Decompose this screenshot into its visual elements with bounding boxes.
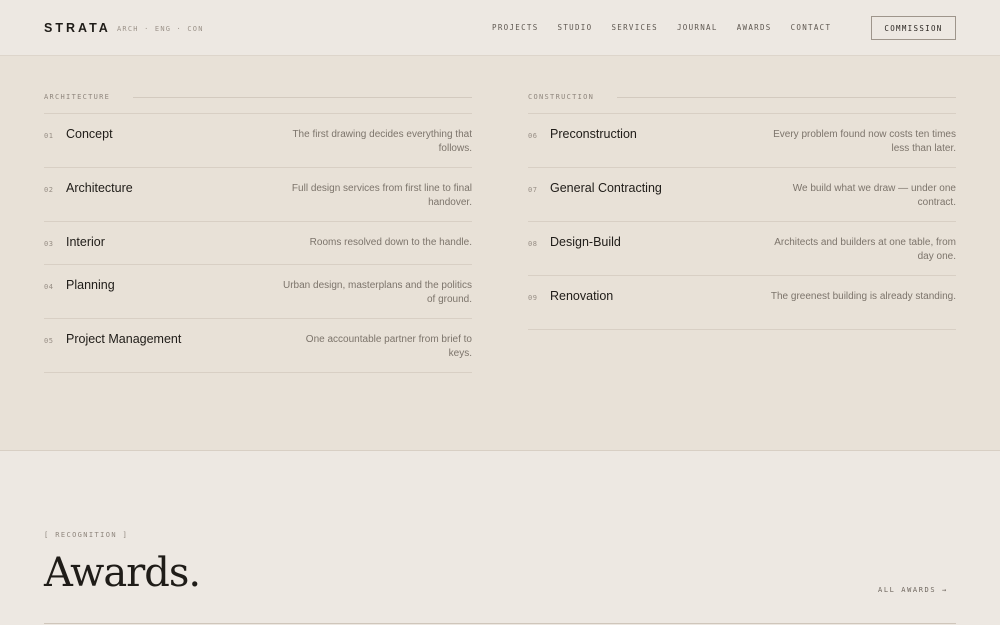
service-row-renovation[interactable]: 09 Renovation The greenest building is a… [528,276,956,330]
architecture-list: 01 Concept The first drawing decides eve… [44,113,472,373]
service-name: Planning [66,278,115,292]
service-description: Every problem found now costs ten times … [773,129,956,154]
service-number: 01 [44,132,54,140]
service-number: 02 [44,186,54,194]
service-name: Design-Build [550,235,621,249]
divider [617,97,956,98]
service-number: 04 [44,283,54,291]
nav-services[interactable]: SERVICES [611,23,658,32]
divider [44,623,956,624]
site-header: STRATA ARCH · ENG · CON PROJECTS STUDIO … [0,0,1000,56]
nav-studio[interactable]: STUDIO [558,23,593,32]
service-number: 03 [44,240,54,248]
nav-projects[interactable]: PROJECTS [492,23,539,32]
service-row-project-management[interactable]: 05 Project Management One accountable pa… [44,319,472,373]
all-awards-link[interactable]: ALL AWARDS → [878,586,948,594]
service-row-design-build[interactable]: 08 Design-Build Architects and builders … [528,222,956,276]
construction-title: CONSTRUCTION [528,93,595,101]
logo-tagline: ARCH · ENG · CON [117,25,204,33]
service-description: Rooms resolved down to the handle. [309,237,472,248]
service-number: 05 [44,337,54,345]
service-description: The first drawing decides everything tha… [292,129,472,154]
nav-contact[interactable]: CONTACT [791,23,832,32]
awards-heading: Awards. [44,550,201,596]
service-name: Concept [66,127,113,141]
architecture-title: ARCHITECTURE [44,93,111,101]
architecture-header: ARCHITECTURE [44,93,472,103]
commission-button[interactable]: COMMISSION [871,16,956,40]
service-name: General Contracting [550,181,662,195]
nav-awards[interactable]: AWARDS [737,23,772,32]
service-description: Full design services from first line to … [291,183,472,208]
service-name: Interior [66,235,105,249]
recognition-section: [ RECOGNITION ] Awards. ALL AWARDS → [0,452,1000,625]
service-number: 08 [528,240,538,248]
service-row-general-contracting[interactable]: 07 General Contracting We build what we … [528,168,956,222]
service-name: Preconstruction [550,127,637,141]
service-description: One accountable partner from brief to ke… [305,334,472,359]
service-description: Urban design, masterplans and the politi… [283,280,472,305]
service-row-concept[interactable]: 01 Concept The first drawing decides eve… [44,114,472,168]
service-name: Project Management [66,332,182,346]
service-row-planning[interactable]: 04 Planning Urban design, masterplans an… [44,265,472,319]
service-description: We build what we draw — under one contra… [792,183,956,208]
service-number: 07 [528,186,538,194]
nav-journal[interactable]: JOURNAL [677,23,718,32]
service-row-architecture[interactable]: 02 Architecture Full design services fro… [44,168,472,222]
main-nav: PROJECTS STUDIO SERVICES JOURNAL AWARDS … [492,23,850,32]
construction-list: 06 Preconstruction Every problem found n… [528,113,956,330]
service-name: Renovation [550,289,614,303]
service-name: Architecture [66,181,133,195]
service-number: 06 [528,132,538,140]
construction-header: CONSTRUCTION [528,93,956,103]
service-description: The greenest building is already standin… [770,291,956,302]
services-section: ARCHITECTURE 01 Concept The first drawin… [0,56,1000,451]
service-number: 09 [528,294,538,302]
service-description: Architects and builders at one table, fr… [774,237,956,262]
section-label: [ RECOGNITION ] [44,531,129,539]
service-row-interior[interactable]: 03 Interior Rooms resolved down to the h… [44,222,472,265]
logo[interactable]: STRATA [44,21,111,35]
divider [133,97,472,98]
service-row-preconstruction[interactable]: 06 Preconstruction Every problem found n… [528,114,956,168]
